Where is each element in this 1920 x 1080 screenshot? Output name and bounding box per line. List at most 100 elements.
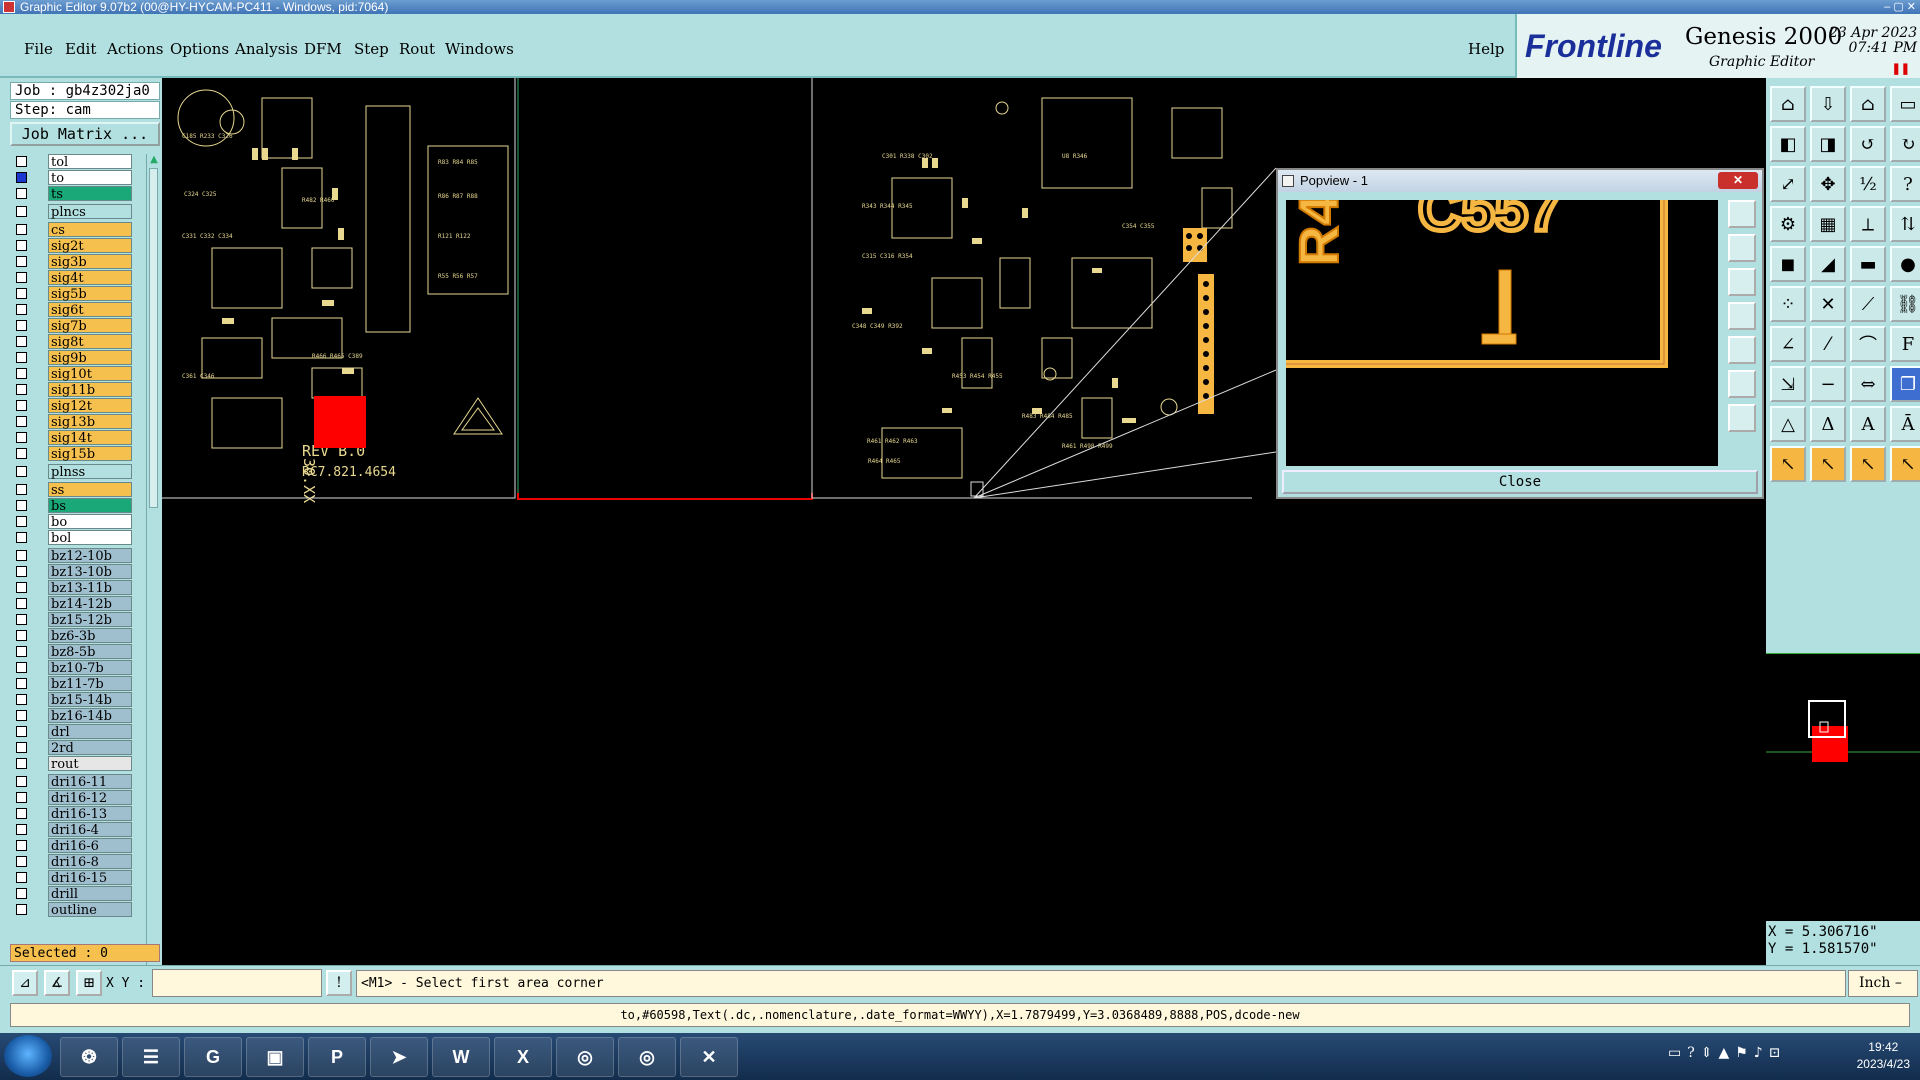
layer-checkbox[interactable] (16, 614, 27, 625)
polygon-select-icon[interactable]: ◢ (1810, 246, 1846, 282)
layer-row-bz15-12b[interactable]: bz15-12b (12, 612, 132, 628)
layer-checkbox[interactable] (16, 630, 27, 641)
layer-row-sig15b[interactable]: sig15b (12, 446, 132, 462)
taskbar-excel-icon[interactable]: X (494, 1037, 552, 1077)
layer-row-sig3b[interactable]: sig3b (12, 254, 132, 270)
layer-row-bz14-12b[interactable]: bz14-12b (12, 596, 132, 612)
menu-file[interactable]: File (24, 40, 53, 58)
units-dropdown-icon[interactable]: – (1895, 975, 1902, 991)
xy-input[interactable] (152, 969, 322, 997)
layer-name[interactable]: bol (48, 530, 132, 546)
layer-row-ss[interactable]: ss (12, 482, 132, 498)
layer-checkbox[interactable] (16, 320, 27, 331)
layer-name[interactable]: dri16-4 (48, 822, 132, 838)
window-icon[interactable]: ▭ (1890, 86, 1920, 122)
layer-name[interactable]: sig7b (48, 318, 132, 334)
layer-checkbox[interactable] (16, 352, 27, 363)
copy-icon[interactable]: ❐ (1890, 366, 1920, 402)
menu-help[interactable]: Help (1468, 40, 1504, 58)
layer-checkbox[interactable] (16, 856, 27, 867)
layer-row-bz8-5b[interactable]: bz8-5b (12, 644, 132, 660)
pointer-route-icon[interactable]: ↖ (1890, 446, 1920, 482)
layer-name[interactable]: bz12-10b (48, 548, 132, 564)
layer-checkbox[interactable] (16, 288, 27, 299)
layer-name[interactable]: sig15b (48, 446, 132, 462)
layer-row-dri16-12[interactable]: dri16-12 (12, 790, 132, 806)
layer-checkbox[interactable] (16, 726, 27, 737)
layer-row-plnss[interactable]: plnss (12, 464, 132, 480)
alert-icon[interactable]: ! (326, 970, 352, 996)
layer-checkbox[interactable] (16, 598, 27, 609)
scroll-thumb[interactable] (149, 168, 158, 508)
layer-name[interactable]: drl (48, 724, 132, 740)
ruler-icon[interactable]: ▬ (1850, 246, 1886, 282)
layer-row-sig12t[interactable]: sig12t (12, 398, 132, 414)
layer-checkbox[interactable] (16, 888, 27, 899)
layer-row-sig2t[interactable]: sig2t (12, 238, 132, 254)
popview-title-bar[interactable]: Popview - 1 ✕ (1278, 170, 1762, 192)
clock[interactable]: 19:42 2023/4/23 (1857, 1039, 1910, 1073)
layer-name[interactable]: bz14-12b (48, 596, 132, 612)
popview-zoom-view[interactable]: R4 C557 (1286, 200, 1718, 466)
popview-fit-icon[interactable] (1728, 200, 1756, 228)
popview-pan-left-icon[interactable] (1728, 302, 1756, 330)
layer-checkbox[interactable] (16, 484, 27, 495)
part-number-text[interactable]: RC7.821.4654 (302, 465, 396, 480)
popview-close-icon[interactable]: ✕ (1718, 172, 1758, 189)
popview-pan-right-icon[interactable] (1728, 336, 1756, 364)
layer-checkbox[interactable] (16, 742, 27, 753)
layer-name[interactable]: bz16-14b (48, 708, 132, 724)
layer-row-bol[interactable]: bol (12, 530, 132, 546)
layer-name[interactable]: sig2t (48, 238, 132, 254)
arc-icon[interactable]: ⌒ (1850, 326, 1886, 362)
layer-row-sig14t[interactable]: sig14t (12, 430, 132, 446)
layer-row-bz10-7b[interactable]: bz10-7b (12, 660, 132, 676)
center-icon[interactable]: ✥ (1810, 166, 1846, 202)
layer-checkbox[interactable] (16, 824, 27, 835)
layer-checkbox[interactable] (16, 448, 27, 459)
menu-step[interactable]: Step (354, 40, 389, 58)
zoom-home-icon[interactable]: ⌂ (1770, 86, 1806, 122)
layer-name[interactable]: sig9b (48, 350, 132, 366)
layer-name[interactable]: sig12t (48, 398, 132, 414)
layer-checkbox[interactable] (16, 272, 27, 283)
menu-windows[interactable]: Windows (445, 40, 514, 58)
layer-name[interactable]: sig13b (48, 414, 132, 430)
zoom-text-c[interactable]: C557 (1416, 200, 1564, 246)
layer-row-bz12-10b[interactable]: bz12-10b (12, 548, 132, 564)
scale-1-2-icon[interactable]: ½ (1850, 166, 1886, 202)
job-matrix-button[interactable]: Job Matrix ... (10, 122, 160, 146)
layer-row-sig8t[interactable]: sig8t (12, 334, 132, 350)
layer-checkbox[interactable] (16, 678, 27, 689)
layer-name[interactable]: bz13-10b (48, 564, 132, 580)
layer-checkbox[interactable] (16, 710, 27, 721)
layer-row-sig6t[interactable]: sig6t (12, 302, 132, 318)
move-icon[interactable]: ⇲ (1770, 366, 1806, 402)
select-feature-icon[interactable]: ◼ (1770, 246, 1806, 282)
popview-home-icon[interactable] (1728, 370, 1756, 398)
taskbar-x-app-icon[interactable]: ✕ (680, 1037, 738, 1077)
measure-icon[interactable]: ⟂ (1850, 206, 1886, 242)
layer-row-sig10t[interactable]: sig10t (12, 366, 132, 382)
overview-drawing[interactable] (1766, 654, 1920, 922)
pan-left-icon[interactable]: ◧ (1770, 126, 1806, 162)
layer-row-bz11-7b[interactable]: bz11-7b (12, 676, 132, 692)
layer-checkbox[interactable] (16, 416, 27, 427)
popview-window[interactable]: Popview - 1 ✕ R4 C557 Close (1276, 168, 1764, 499)
start-button[interactable] (4, 1035, 52, 1077)
layer-checkbox[interactable] (16, 400, 27, 411)
layer-row-dri16-6[interactable]: dri16-6 (12, 838, 132, 854)
layer-checkbox[interactable] (16, 662, 27, 673)
taskbar-genesis-icon[interactable]: ◎ (556, 1037, 614, 1077)
triangle-icon[interactable]: △ (1770, 406, 1806, 442)
taskbar-word-icon[interactable]: W (432, 1037, 490, 1077)
popview-close-button[interactable]: Close (1282, 470, 1758, 494)
layer-name[interactable]: 2rd (48, 740, 132, 756)
layer-row-cs[interactable]: cs (12, 222, 132, 238)
grid-mode-icon[interactable]: ⊞ (76, 970, 102, 996)
layer-row-drl[interactable]: drl (12, 724, 132, 740)
layer-checkbox[interactable] (16, 516, 27, 527)
layer-row-sig9b[interactable]: sig9b (12, 350, 132, 366)
system-tray-icons[interactable]: ▭?⇕▲⚑♪⊡ (1668, 1045, 1786, 1061)
layer-name[interactable]: to (48, 170, 132, 186)
